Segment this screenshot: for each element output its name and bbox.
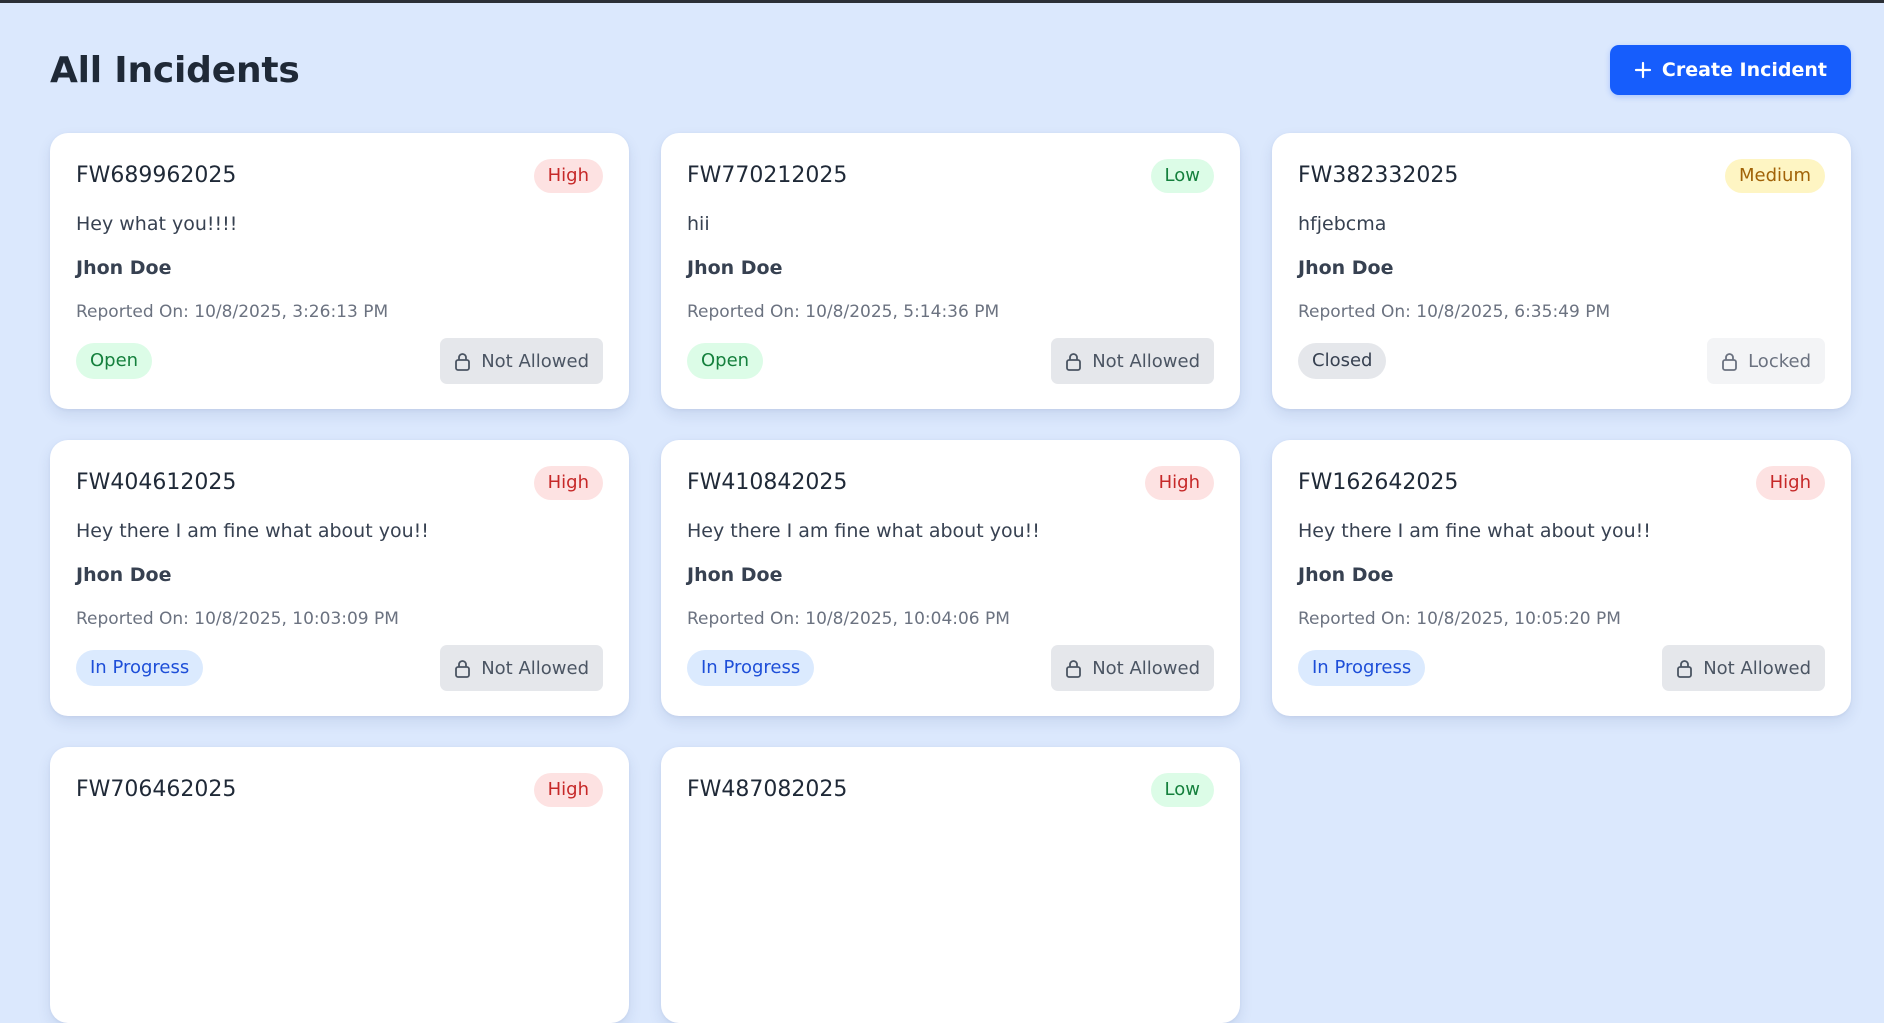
reporter-name: Jhon Doe <box>76 564 172 586</box>
reported-on: Reported On: 10/8/2025, 10:05:20 PM <box>1298 609 1621 629</box>
incident-description: Hey there I am fine what about you!! <box>76 520 429 542</box>
page-header: All Incidents Create Incident <box>50 44 1851 96</box>
incident-id: FW162642025 <box>1298 470 1459 495</box>
severity-badge: High <box>1755 466 1825 500</box>
reporter-name: Jhon Doe <box>1298 257 1394 279</box>
not-allowed-button[interactable]: Not Allowed <box>1051 645 1214 691</box>
incident-card[interactable]: FW770212025 Low hii Jhon Doe Reported On: 10… <box>661 133 1240 409</box>
incident-id: FW706462025 <box>76 777 237 802</box>
incident-card[interactable]: FW410842025 High Hey there I am fine what … <box>661 440 1240 716</box>
reported-on: Reported On: 10/8/2025, 10:03:09 PM <box>76 609 399 629</box>
severity-badge: High <box>533 466 603 500</box>
not-allowed-button[interactable]: Not Allowed <box>440 338 603 384</box>
create-incident-button[interactable]: Create Incident <box>1609 45 1851 95</box>
not-allowed-button[interactable]: Not Allowed <box>440 645 603 691</box>
incident-grid: FW689962025 High Hey what you!!!! Jhon Doe R… <box>50 133 1851 1023</box>
severity-badge: High <box>533 159 603 193</box>
status-badge: In Progress <box>687 650 815 686</box>
lock-icon <box>454 352 471 371</box>
action-label: Not Allowed <box>1703 657 1811 679</box>
reported-on: Reported On: 10/8/2025, 6:35:49 PM <box>1298 302 1611 322</box>
incident-id: FW770212025 <box>687 163 848 188</box>
not-allowed-button[interactable]: Not Allowed <box>1051 338 1214 384</box>
incident-card[interactable]: FW706462025 High <box>50 747 629 1023</box>
incident-id: FW487082025 <box>687 777 848 802</box>
status-badge: In Progress <box>76 650 204 686</box>
incident-card[interactable]: FW382332025 Medium hfjebcma Jhon Doe Reporte… <box>1272 133 1851 409</box>
reported-on: Reported On: 10/8/2025, 3:26:13 PM <box>76 302 389 322</box>
status-badge: Open <box>76 343 153 379</box>
locked-button[interactable]: Locked <box>1707 338 1825 384</box>
incident-description: Hey there I am fine what about you!! <box>687 520 1040 542</box>
incident-description: Hey there I am fine what about you!! <box>1298 520 1651 542</box>
severity-badge: High <box>1144 466 1214 500</box>
incident-card[interactable]: FW162642025 High Hey there I am fine what … <box>1272 440 1851 716</box>
incident-id: FW404612025 <box>76 470 237 495</box>
action-label: Locked <box>1748 350 1811 372</box>
incident-card[interactable]: FW689962025 High Hey what you!!!! Jhon Doe R… <box>50 133 629 409</box>
lock-icon <box>1065 659 1082 678</box>
incident-description: hii <box>687 213 710 235</box>
reporter-name: Jhon Doe <box>1298 564 1394 586</box>
lock-icon <box>1065 352 1082 371</box>
reported-on: Reported On: 10/8/2025, 10:04:06 PM <box>687 609 1010 629</box>
action-label: Not Allowed <box>481 657 589 679</box>
lock-icon <box>1676 659 1693 678</box>
severity-badge: Low <box>1150 773 1214 807</box>
action-label: Not Allowed <box>481 350 589 372</box>
incident-card[interactable]: FW487082025 Low <box>661 747 1240 1023</box>
reporter-name: Jhon Doe <box>76 257 172 279</box>
action-label: Not Allowed <box>1092 350 1200 372</box>
incident-id: FW382332025 <box>1298 163 1459 188</box>
lock-icon <box>454 659 471 678</box>
incident-card[interactable]: FW404612025 High Hey there I am fine what … <box>50 440 629 716</box>
plus-icon <box>1634 61 1652 79</box>
lock-icon <box>1721 352 1738 371</box>
status-badge: In Progress <box>1298 650 1426 686</box>
reporter-name: Jhon Doe <box>687 564 783 586</box>
severity-badge: Medium <box>1725 159 1825 193</box>
action-label: Not Allowed <box>1092 657 1200 679</box>
incident-id: FW689962025 <box>76 163 237 188</box>
incident-description: Hey what you!!!! <box>76 213 238 235</box>
create-incident-label: Create Incident <box>1661 59 1827 81</box>
incident-description: hfjebcma <box>1298 213 1387 235</box>
not-allowed-button[interactable]: Not Allowed <box>1662 645 1825 691</box>
reported-on: Reported On: 10/8/2025, 5:14:36 PM <box>687 302 1000 322</box>
severity-badge: High <box>533 773 603 807</box>
status-badge: Open <box>687 343 764 379</box>
reporter-name: Jhon Doe <box>687 257 783 279</box>
incident-id: FW410842025 <box>687 470 848 495</box>
top-border <box>0 0 1884 3</box>
status-badge: Closed <box>1298 343 1387 379</box>
page-title: All Incidents <box>50 49 300 91</box>
severity-badge: Low <box>1150 159 1214 193</box>
